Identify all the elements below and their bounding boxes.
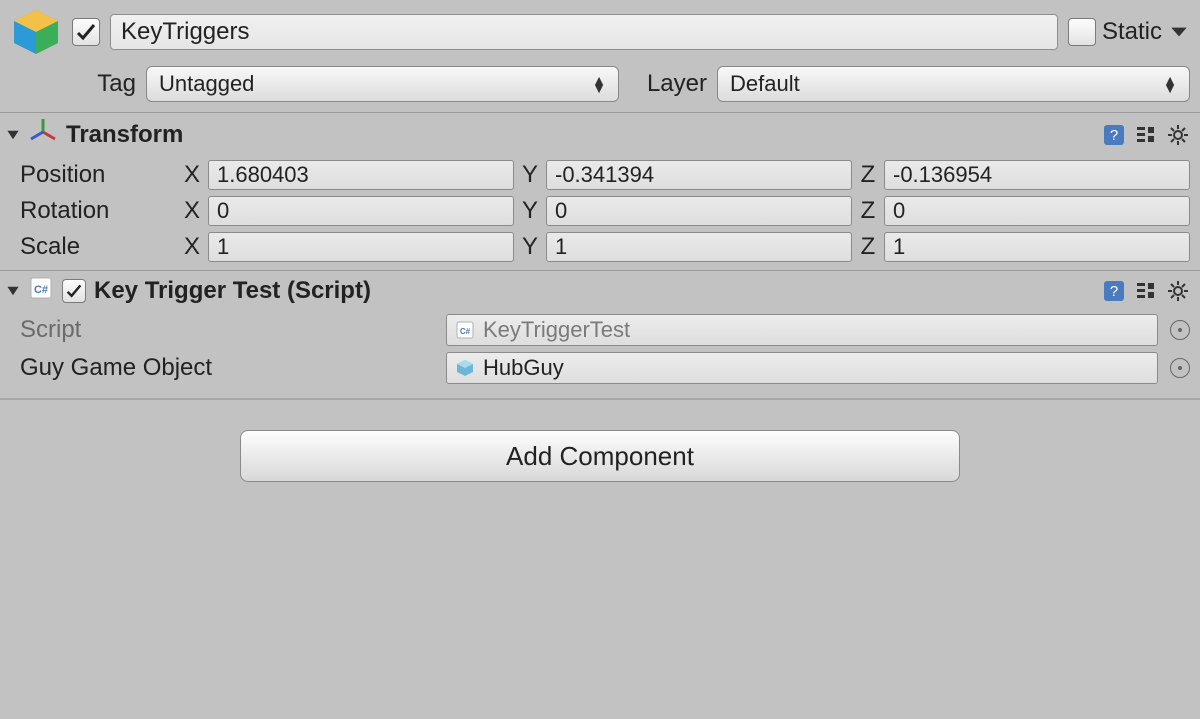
csharp-script-icon: C# xyxy=(28,275,54,307)
scale-x-input[interactable] xyxy=(208,232,514,262)
position-x-input[interactable] xyxy=(208,160,514,190)
add-component-label: Add Component xyxy=(506,441,694,472)
tag-dropdown[interactable]: Untagged ▲▼ xyxy=(146,66,619,102)
preset-icon[interactable] xyxy=(1134,280,1158,302)
axis-y-label[interactable]: Y xyxy=(520,233,540,261)
updown-icon: ▲▼ xyxy=(592,76,606,92)
updown-icon: ▲▼ xyxy=(1163,76,1177,92)
layer-value: Default xyxy=(730,71,800,97)
tag-value: Untagged xyxy=(159,71,254,97)
svg-text:C#: C# xyxy=(34,284,48,296)
transform-title: Transform xyxy=(66,121,183,149)
gear-icon[interactable] xyxy=(1166,280,1190,302)
foldout-icon[interactable] xyxy=(6,128,20,142)
axis-y-label[interactable]: Y xyxy=(520,197,540,225)
transform-icon xyxy=(28,117,58,153)
csharp-script-icon: C# xyxy=(455,320,475,340)
rotation-x-input[interactable] xyxy=(208,196,514,226)
guy-game-object-field[interactable]: HubGuy xyxy=(446,352,1158,384)
axis-y-label[interactable]: Y xyxy=(520,161,540,189)
gear-icon[interactable] xyxy=(1166,124,1190,146)
active-checkbox[interactable] xyxy=(72,18,100,46)
position-label: Position xyxy=(20,161,176,189)
script-label: Script xyxy=(20,316,440,344)
scale-z-input[interactable] xyxy=(884,232,1190,262)
object-selector-icon[interactable] xyxy=(1170,320,1190,340)
axis-z-label[interactable]: Z xyxy=(858,233,878,261)
add-component-button[interactable]: Add Component xyxy=(240,430,960,482)
position-y-input[interactable] xyxy=(546,160,852,190)
prefab-icon xyxy=(455,358,475,378)
scale-y-input[interactable] xyxy=(546,232,852,262)
tag-label: Tag xyxy=(76,70,136,98)
rotation-y-input[interactable] xyxy=(546,196,852,226)
gameobject-cube-icon xyxy=(10,6,62,58)
position-z-input[interactable] xyxy=(884,160,1190,190)
axis-x-label[interactable]: X xyxy=(182,197,202,225)
axis-z-label[interactable]: Z xyxy=(858,161,878,189)
help-icon[interactable]: ? xyxy=(1102,124,1126,146)
script-field: C# KeyTriggerTest xyxy=(446,314,1158,346)
script-value: KeyTriggerTest xyxy=(483,317,630,343)
axis-x-label[interactable]: X xyxy=(182,233,202,261)
axis-z-label[interactable]: Z xyxy=(858,197,878,225)
script-component-title: Key Trigger Test (Script) xyxy=(94,277,371,305)
guy-game-object-label: Guy Game Object xyxy=(20,354,440,382)
help-icon[interactable]: ? xyxy=(1102,280,1126,302)
static-label: Static xyxy=(1102,18,1162,46)
rotation-label: Rotation xyxy=(20,197,176,225)
rotation-z-input[interactable] xyxy=(884,196,1190,226)
static-checkbox[interactable] xyxy=(1068,18,1096,46)
layer-dropdown[interactable]: Default ▲▼ xyxy=(717,66,1190,102)
svg-text:?: ? xyxy=(1110,127,1118,144)
preset-icon[interactable] xyxy=(1134,124,1158,146)
svg-text:C#: C# xyxy=(460,327,471,336)
foldout-icon[interactable] xyxy=(6,284,20,298)
static-dropdown-icon[interactable] xyxy=(1168,21,1190,43)
guy-game-object-value: HubGuy xyxy=(483,355,564,381)
component-enabled-checkbox[interactable] xyxy=(62,279,86,303)
axis-x-label[interactable]: X xyxy=(182,161,202,189)
gameobject-name-input[interactable] xyxy=(110,14,1058,50)
scale-label: Scale xyxy=(20,233,176,261)
object-selector-icon[interactable] xyxy=(1170,358,1190,378)
svg-text:?: ? xyxy=(1110,283,1118,300)
layer-label: Layer xyxy=(629,70,707,98)
